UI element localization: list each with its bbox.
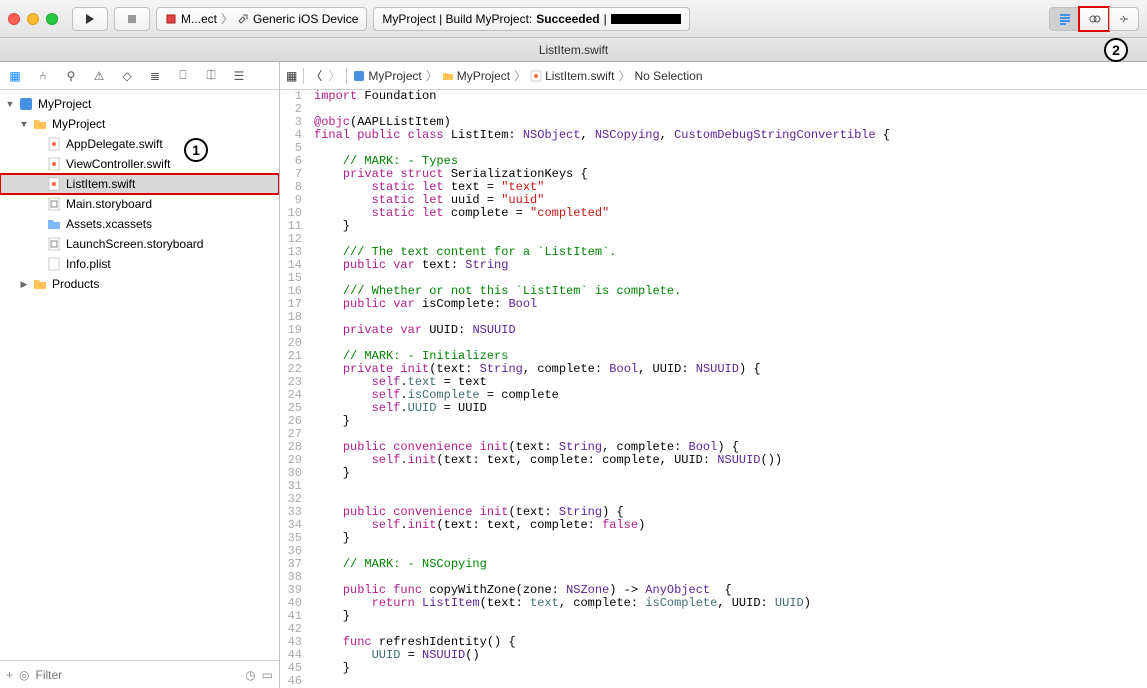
main-split: ▦ ⑃ ⚲ ⚠ ◇ ≣ ⎕ ⎅ ☰ ▼MyProject▼MyProjectAp…: [0, 62, 1147, 688]
add-button[interactable]: +: [6, 668, 13, 682]
breadcrumb-separator: 〉: [426, 67, 438, 84]
code-text[interactable]: import Foundation @objc(AAPLListItem)fin…: [310, 90, 1147, 688]
scheme-icon: [165, 13, 177, 25]
editor-mode-group: [1049, 7, 1139, 31]
window-controls: [8, 13, 58, 25]
status-result: Succeeded: [536, 12, 599, 26]
back-button[interactable]: 〈: [310, 67, 322, 84]
tree-item-launchscreen-storyboard[interactable]: LaunchScreen.storyboard: [0, 234, 279, 254]
tree-item-assets-xcassets[interactable]: Assets.xcassets: [0, 214, 279, 234]
callout-1: 1: [184, 138, 208, 162]
project-tree[interactable]: ▼MyProject▼MyProjectAppDelegate.swiftVie…: [0, 90, 279, 660]
issue-navigator-tab[interactable]: ◇: [118, 67, 136, 85]
breadcrumb-separator: 〉: [618, 67, 630, 84]
find-navigator-tab[interactable]: ⚠: [90, 67, 108, 85]
callout-2: 2: [1104, 38, 1128, 62]
run-button[interactable]: [72, 7, 108, 31]
test-navigator-tab[interactable]: ≣: [146, 67, 164, 85]
activity-view[interactable]: MyProject | Build MyProject: Succeeded |: [373, 7, 689, 31]
status-prefix: MyProject | Build MyProject:: [382, 12, 532, 26]
debug-navigator-tab[interactable]: ⎕: [174, 67, 192, 85]
breakpoint-navigator-tab[interactable]: ⎅: [202, 67, 220, 85]
maximize-window-button[interactable]: [46, 13, 58, 25]
tree-item-main-storyboard[interactable]: Main.storyboard: [0, 194, 279, 214]
scm-filter-button[interactable]: ▭: [262, 668, 273, 682]
tree-item-products[interactable]: ▶Products: [0, 274, 279, 294]
navigator-footer: + ◎ ◷ ▭: [0, 660, 279, 688]
jump-bar[interactable]: ▦ 〈 〉 MyProject 〉 MyProject 〉 ListItem.swift…: [280, 62, 1147, 90]
editor-area: ▦ 〈 〉 MyProject 〉 MyProject 〉 ListItem.swift…: [280, 62, 1147, 688]
tab-filename[interactable]: ListItem.swift: [539, 43, 608, 57]
line-gutter: 1234567891011121314151617181920212223242…: [280, 90, 310, 688]
stop-button[interactable]: [114, 7, 150, 31]
toolbar: M...ect 〉 Generic iOS Device MyProject |…: [0, 0, 1147, 38]
recent-filter-button[interactable]: ◷: [245, 668, 255, 682]
symbol-navigator-tab[interactable]: ⚲: [62, 67, 80, 85]
tab-bar: ListItem.swift: [0, 38, 1147, 62]
breadcrumb-myproject[interactable]: MyProject: [442, 69, 510, 83]
source-control-navigator-tab[interactable]: ⑃: [34, 67, 52, 85]
filter-input[interactable]: [36, 668, 240, 682]
tree-item-appdelegate-swift[interactable]: AppDelegate.swift: [0, 134, 279, 154]
source-editor[interactable]: 1234567891011121314151617181920212223242…: [280, 90, 1147, 688]
breadcrumb-listitem-swift[interactable]: ListItem.swift: [530, 69, 614, 83]
breadcrumb-no-selection[interactable]: No Selection: [634, 69, 702, 83]
breadcrumbs[interactable]: MyProject 〉 MyProject 〉 ListItem.swift 〉 No Se…: [353, 67, 702, 84]
forward-button[interactable]: 〉: [328, 67, 340, 84]
scheme-selector[interactable]: M...ect 〉 Generic iOS Device: [156, 7, 367, 31]
tree-item-myproject[interactable]: ▼MyProject: [0, 114, 279, 134]
standard-editor-button[interactable]: [1049, 7, 1079, 31]
breadcrumb-separator: 〉: [514, 67, 526, 84]
tree-item-info-plist[interactable]: Info.plist: [0, 254, 279, 274]
project-navigator-tab[interactable]: ▦: [6, 67, 24, 85]
minimize-window-button[interactable]: [27, 13, 39, 25]
filter-icon: ◎: [19, 668, 29, 682]
tree-item-myproject[interactable]: ▼MyProject: [0, 94, 279, 114]
scheme-project-label: M...ect: [181, 12, 217, 26]
hammer-icon: [237, 13, 249, 25]
close-window-button[interactable]: [8, 13, 20, 25]
related-items-icon[interactable]: ▦: [286, 69, 297, 83]
breadcrumb-myproject[interactable]: MyProject: [353, 69, 421, 83]
tree-item-viewcontroller-swift[interactable]: ViewController.swift: [0, 154, 279, 174]
assistant-editor-button[interactable]: [1079, 7, 1109, 31]
status-redacted: [611, 14, 681, 24]
tree-item-listitem-swift[interactable]: ListItem.swift: [0, 174, 279, 194]
navigator-sidebar: ▦ ⑃ ⚲ ⚠ ◇ ≣ ⎕ ⎅ ☰ ▼MyProject▼MyProjectAp…: [0, 62, 280, 688]
report-navigator-tab[interactable]: ☰: [230, 67, 248, 85]
navigator-tab-bar: ▦ ⑃ ⚲ ⚠ ◇ ≣ ⎕ ⎅ ☰: [0, 62, 279, 90]
chevron-right-icon: 〉: [221, 10, 233, 27]
version-editor-button[interactable]: [1109, 7, 1139, 31]
scheme-device-label: Generic iOS Device: [253, 12, 358, 26]
